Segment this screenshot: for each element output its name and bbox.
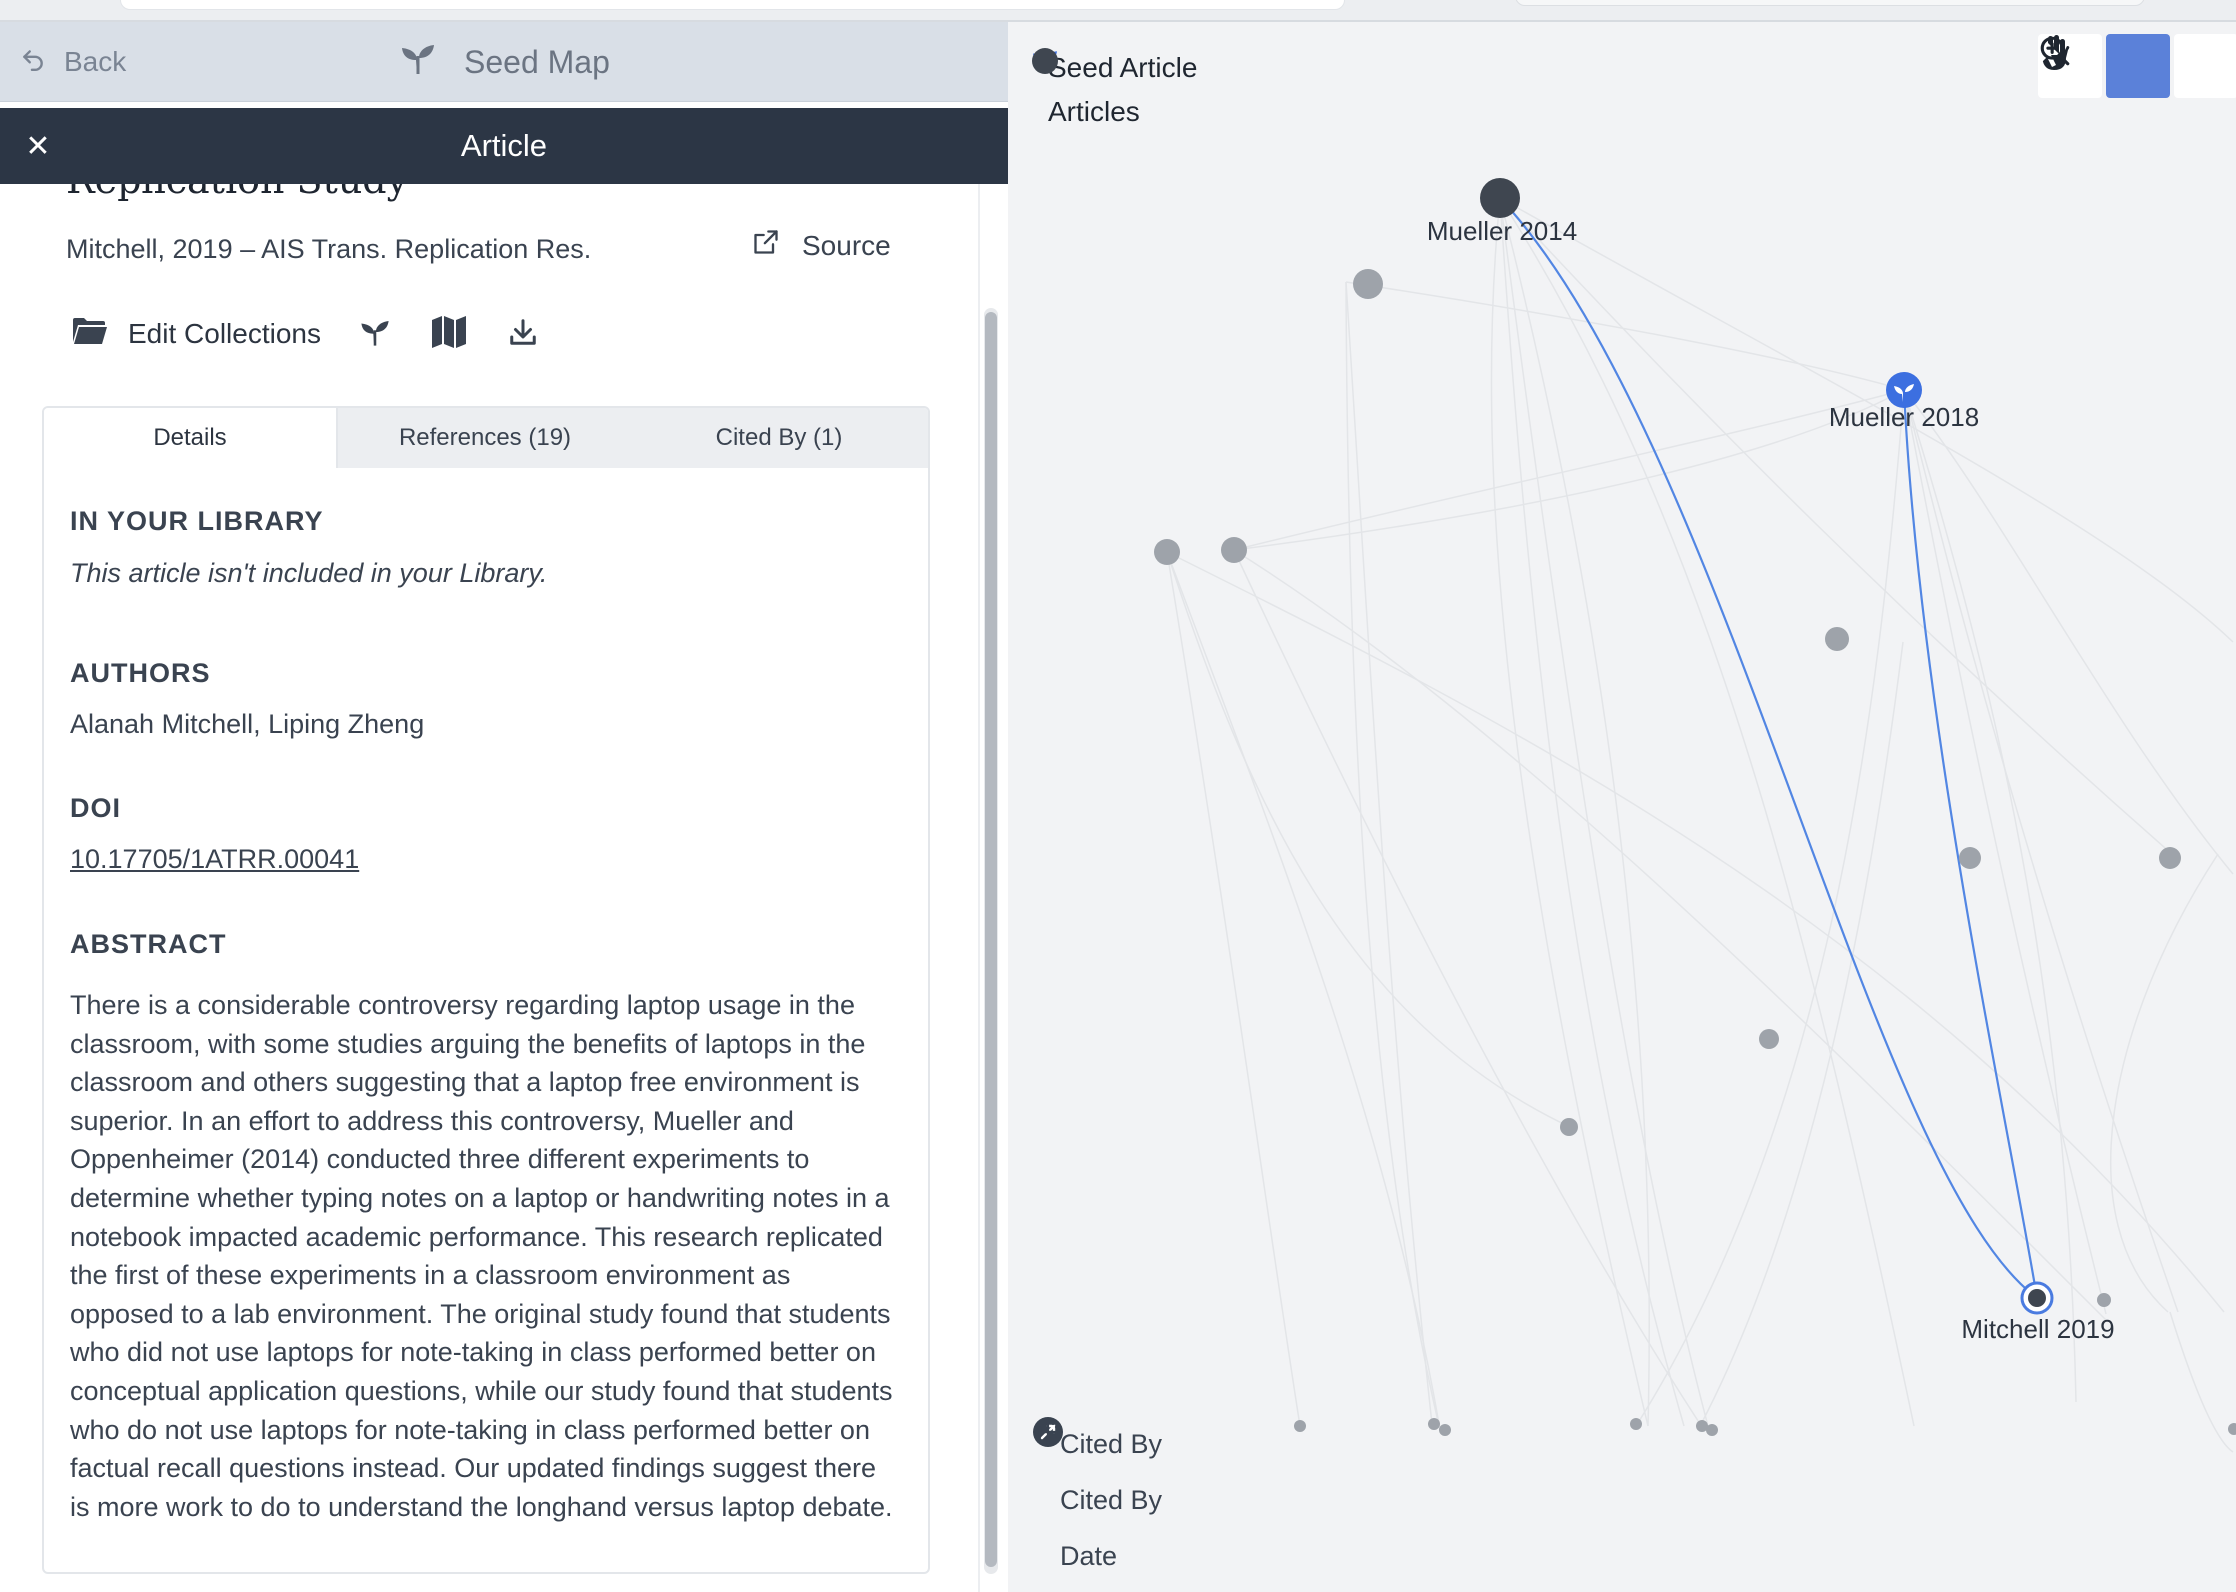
legend-date-label: Date xyxy=(1060,1540,1118,1571)
legend-cited-by-vertical[interactable]: Cited By xyxy=(1032,1417,1163,1528)
map-icon xyxy=(431,315,467,354)
legend-articles-label: Articles xyxy=(1048,96,1140,127)
tab-details[interactable]: Details xyxy=(44,408,338,468)
graph-edges xyxy=(1166,197,2234,1453)
library-heading: IN YOUR LIBRARY xyxy=(70,506,324,536)
graph-node[interactable] xyxy=(1221,537,1247,563)
edit-collections-button[interactable]: Edit Collections xyxy=(72,316,321,353)
seed-map-title: Seed Map xyxy=(398,40,610,84)
back-label: Back xyxy=(64,46,127,77)
graph-node[interactable] xyxy=(1353,269,1383,299)
graph-legend: Seed Article Articles xyxy=(1030,46,1197,134)
authors-text: Alanah Mitchell, Liping Zheng xyxy=(70,709,425,739)
article-actions: Edit Collections xyxy=(72,312,543,356)
graph-node[interactable] xyxy=(1294,1420,1306,1432)
legend-date[interactable]: Date xyxy=(1032,1425,1162,1584)
node-mueller-2014[interactable] xyxy=(1480,178,1520,218)
authors-heading: AUTHORS xyxy=(70,658,211,688)
article-scroll-area[interactable]: Replication Study Mitchell, 2019 – AIS T… xyxy=(0,184,980,1592)
abstract-heading: ABSTRACT xyxy=(70,929,227,959)
sprout-icon xyxy=(358,315,392,354)
node-mitchell-2019[interactable] xyxy=(2020,1281,2054,1315)
citation-line: Mitchell, 2019 – AIS Trans. Replication … xyxy=(66,234,592,264)
graph-node[interactable] xyxy=(1630,1418,1642,1430)
graph-nodes[interactable] xyxy=(1154,178,2236,1436)
external-link-icon xyxy=(752,228,780,263)
graph-node[interactable] xyxy=(1759,1029,1779,1049)
abstract-text: There is a considerable controversy rega… xyxy=(70,990,893,1522)
article-header-title: Article xyxy=(460,128,548,163)
node-label-mitchell-2019: Mitchell 2019 xyxy=(1961,1314,2114,1344)
legend-articles: Articles xyxy=(1030,48,1197,134)
source-button[interactable]: Source xyxy=(752,228,891,263)
legend-cited-by-label: Cited By xyxy=(1060,1428,1163,1459)
legend-seed-label: Seed Article xyxy=(1048,52,1198,83)
folder-icon xyxy=(72,316,108,353)
open-map-button[interactable] xyxy=(429,314,469,354)
article-tabs: Details References (19) Cited By (1) xyxy=(44,408,928,468)
seed-map-navbar: Back Seed Map xyxy=(0,22,1008,102)
panel-divider xyxy=(978,184,980,1592)
seed-article-button[interactable] xyxy=(355,314,395,354)
sprout-icon xyxy=(398,38,438,86)
address-bar[interactable] xyxy=(120,0,1345,10)
graph-toolbar xyxy=(2038,34,2236,98)
graph-node[interactable] xyxy=(1154,539,1180,565)
zoom-in-button[interactable] xyxy=(2040,34,2236,98)
article-header: ✕ Article xyxy=(0,108,1008,184)
browser-top-strip xyxy=(0,0,2236,22)
graph-bottom-legend: Cited By Cited By Date xyxy=(1032,1416,1162,1584)
graph-canvas[interactable]: Mueller 2014 Mueller 2018 Mitchell 2019 xyxy=(1008,22,2236,1592)
undo-arrow-icon xyxy=(20,46,46,79)
download-icon xyxy=(508,317,538,352)
legend-cited-by-vertical-label: Cited By xyxy=(1060,1484,1163,1515)
node-label-mueller-2014: Mueller 2014 xyxy=(1427,216,1577,246)
select-tool-button[interactable] xyxy=(2041,34,2170,98)
seed-map-label: Seed Map xyxy=(464,43,610,80)
secondary-bar[interactable] xyxy=(1515,0,2145,6)
article-details-card: Details References (19) Cited By (1) IN … xyxy=(42,406,930,1574)
doi-heading: DOI xyxy=(70,793,122,823)
graph-node[interactable] xyxy=(1439,1424,1451,1436)
graph-node[interactable] xyxy=(1825,627,1849,651)
doi-link[interactable]: 10.17705/1ATRR.00041 xyxy=(70,844,359,875)
download-button[interactable] xyxy=(503,314,543,354)
citation-graph[interactable]: Mueller 2014 Mueller 2018 Mitchell 2019 … xyxy=(1008,22,2236,1592)
scrollbar-thumb[interactable] xyxy=(985,312,997,1567)
node-label-mueller-2018: Mueller 2018 xyxy=(1829,402,1979,432)
graph-node[interactable] xyxy=(2159,847,2181,869)
tab-cited-by[interactable]: Cited By (1) xyxy=(632,408,926,468)
graph-node[interactable] xyxy=(1706,1424,1718,1436)
graph-node[interactable] xyxy=(2228,1423,2236,1435)
graph-node[interactable] xyxy=(1428,1418,1440,1430)
graph-node[interactable] xyxy=(1560,1118,1578,1136)
paper-title: Replication Study xyxy=(66,184,408,202)
back-button[interactable]: Back xyxy=(20,42,126,82)
tab-references[interactable]: References (19) xyxy=(338,408,632,468)
node-labels: Mueller 2014 Mueller 2018 Mitchell 2019 xyxy=(1427,216,2115,1344)
highlighted-edges xyxy=(1499,197,2039,1299)
graph-node[interactable] xyxy=(1959,847,1981,869)
article-panel: Back Seed Map ✕ Article Replication Stud… xyxy=(0,22,1008,1592)
library-text: This article isn't included in your Libr… xyxy=(70,558,548,588)
graph-node[interactable] xyxy=(2097,1293,2111,1307)
source-label: Source xyxy=(802,229,891,261)
edit-collections-label: Edit Collections xyxy=(128,318,321,349)
panel-scrollbar[interactable] xyxy=(984,308,998,1574)
